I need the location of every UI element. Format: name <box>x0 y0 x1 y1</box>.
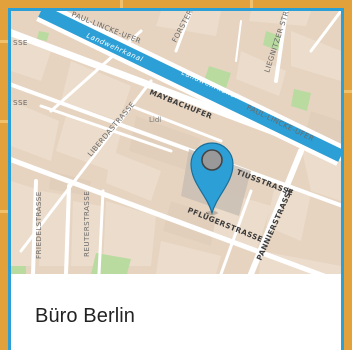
card-caption: Büro Berlin <box>11 274 341 350</box>
street-label: SSE <box>13 98 28 107</box>
background-road <box>0 210 8 213</box>
street-label: SSE <box>13 38 28 47</box>
street-label: REUTERSTRASSE <box>82 191 91 257</box>
location-card[interactable]: PAUL-LINCKE-UFER FORSTER LIEGNITZER STR … <box>8 8 344 350</box>
background-road <box>250 0 253 8</box>
background-road <box>0 120 8 123</box>
map-view[interactable]: PAUL-LINCKE-UFER FORSTER LIEGNITZER STR … <box>11 11 341 274</box>
poi-label-lidl: Lidl <box>149 116 161 124</box>
location-title: Büro Berlin <box>35 305 136 327</box>
background-road <box>0 40 8 43</box>
background-road <box>120 0 123 8</box>
background-road <box>344 90 352 93</box>
street-label: FRIEDELSTRASSE <box>34 191 43 259</box>
